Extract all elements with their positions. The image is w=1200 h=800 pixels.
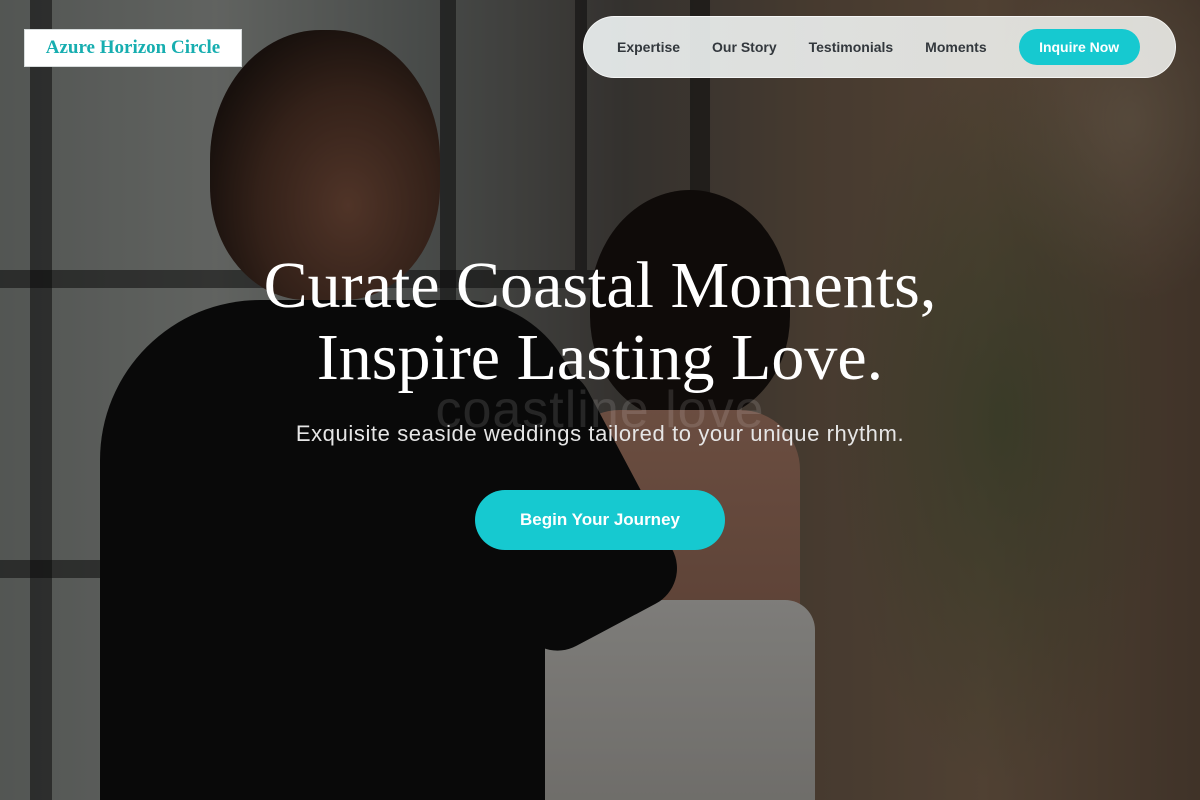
nav-link-testimonials[interactable]: Testimonials (809, 39, 894, 55)
hero-title: Curate Coastal Moments, Inspire Lasting … (0, 250, 1200, 394)
top-navigation: Expertise Our Story Testimonials Moments… (583, 16, 1176, 78)
nav-link-our-story[interactable]: Our Story (712, 39, 777, 55)
brand-name: Azure Horizon Circle (45, 37, 221, 58)
hero-title-line-1: Curate Coastal Moments, (263, 249, 937, 322)
nav-link-expertise[interactable]: Expertise (617, 39, 680, 55)
hero-subtitle: Exquisite seaside weddings tailored to y… (295, 421, 905, 446)
brand-logo[interactable]: Azure Horizon Circle (24, 29, 242, 67)
begin-journey-button[interactable]: Begin Your Journey (475, 490, 725, 550)
inquire-now-button[interactable]: Inquire Now (1018, 29, 1140, 65)
nav-link-moments[interactable]: Moments (925, 39, 986, 55)
